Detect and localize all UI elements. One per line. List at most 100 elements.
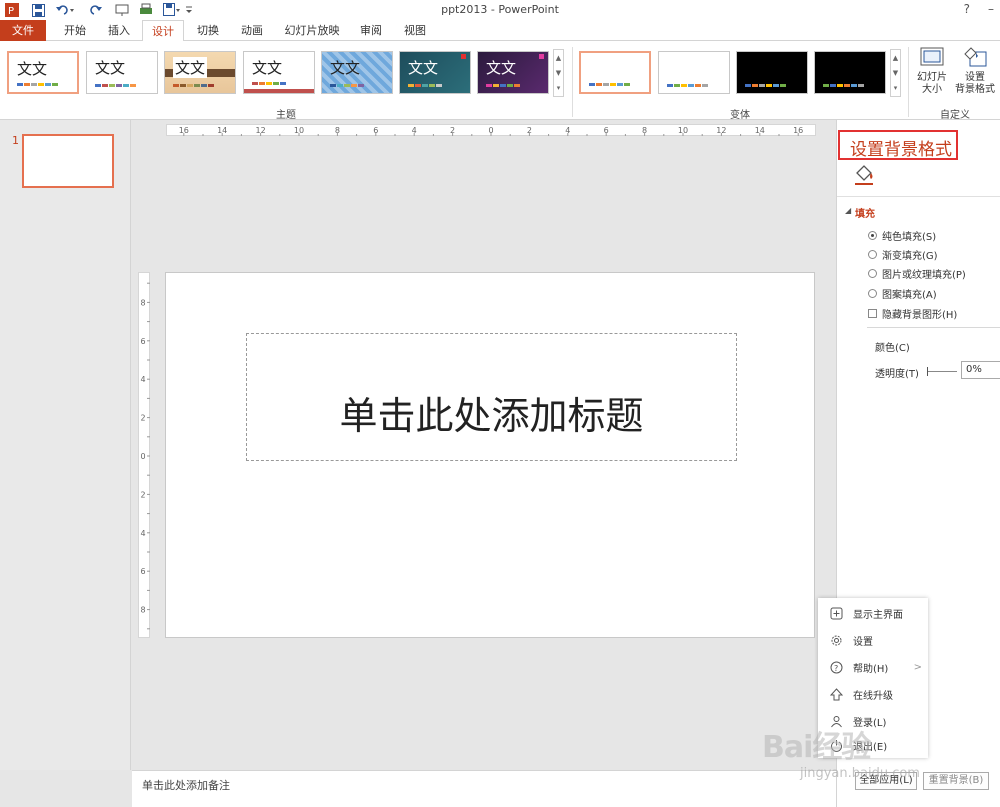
notes-pane[interactable]: 单击此处添加备注 [132,770,836,807]
group-label-customize: 自定义 [940,110,970,121]
format-background-icon [964,47,987,67]
ruler-label: 2 [140,490,145,499]
tab-insert[interactable]: 插入 [100,20,138,41]
fill-section-header[interactable]: 填充 [855,205,875,220]
slide-thumbnail-1[interactable] [22,134,114,188]
theme-office[interactable]: 文文 [7,51,79,94]
slide-thumbnails-pane: 1 [0,120,131,770]
tab-slideshow[interactable]: 幻灯片放映 [278,20,346,41]
ruler-label: 6 [140,567,145,576]
radio-icon[interactable] [868,268,877,278]
ruler-label: 0 [488,126,493,135]
ruler-label: 8 [140,298,145,307]
menu-label: 在线升级 [853,690,893,702]
ruler-label: 14 [755,126,765,135]
variant-4[interactable] [814,51,886,94]
radio-icon[interactable] [868,288,877,298]
tab-review[interactable]: 审阅 [352,20,390,41]
vertical-ruler-ticks: 8 6 4 2 0 2 4 6 8 [140,282,150,630]
slide-size-icon [920,47,944,66]
title-placeholder-text: 单击此处添加标题 [339,393,644,438]
horizontal-ruler-ticks: 16 14 12 10 8 6 4 2 0 2 4 6 8 10 12 14 16 [179,126,803,136]
upload-arrow-icon [830,687,843,701]
variants-gallery-scroll[interactable]: ▲ ▼ ▾ [890,49,901,97]
ruler-label: 8 [642,126,647,135]
help-button[interactable]: ? [964,2,970,16]
tab-view[interactable]: 视图 [396,20,434,41]
tab-transitions[interactable]: 切换 [188,20,228,41]
menu-label: 设置 [853,636,873,648]
theme-5[interactable]: 文文 [321,51,393,94]
variant-3[interactable] [736,51,808,94]
scroll-up-icon[interactable]: ▲ [556,54,561,62]
title-bar: P ppt2013 - PowerPoint ? – [0,0,1000,20]
theme-6[interactable]: 文文 [399,51,471,94]
horizontal-ruler[interactable]: 16 14 12 10 8 6 4 2 0 2 4 6 8 10 12 14 16 [166,124,816,136]
tab-file[interactable]: 文件 [0,20,46,41]
vertical-ruler[interactable]: 8 6 4 2 0 2 4 6 8 [138,272,150,638]
menu-show-main[interactable]: 显示主界面 [818,600,928,626]
fill-bucket-icon[interactable] [853,164,875,189]
reset-background-button[interactable]: 重置背景(B) [923,772,989,790]
gallery-more-icon[interactable]: ▾ [894,84,898,92]
slide-size-button[interactable]: 幻灯片 大小 [912,46,952,96]
title-placeholder[interactable]: 单击此处添加标题 [246,333,737,461]
radio-pattern-fill[interactable]: 图案填充(A) [868,286,937,301]
gallery-more-icon[interactable]: ▾ [557,84,561,92]
themes-gallery-scroll[interactable]: ▲ ▼ ▾ [553,49,564,97]
ruler-label: 2 [450,126,455,135]
pane-divider [867,327,1000,328]
radio-gradient-fill[interactable]: 渐变填充(G) [868,247,938,262]
ruler-label: 16 [179,126,189,135]
radio-solid-fill[interactable]: 纯色填充(S) [868,228,936,243]
pane-title: 设置背景格式 [850,140,952,160]
pane-title-highlight: 设置背景格式 [838,130,958,160]
theme-3[interactable]: 文文 [164,51,236,94]
transparency-slider[interactable] [927,367,957,376]
svg-text:?: ? [834,664,838,673]
radio-label: 图案填充(A) [882,289,937,301]
ruler-label: 0 [140,452,145,461]
theme-4[interactable]: 文文 [243,51,315,94]
scroll-down-icon[interactable]: ▼ [556,69,561,77]
group-label-variants: 变体 [730,110,750,121]
notes-placeholder: 单击此处添加备注 [142,779,230,792]
menu-online-upgrade[interactable]: 在线升级 [818,681,928,707]
ruler-label: 8 [140,606,145,615]
radio-icon[interactable] [868,230,877,240]
gear-icon [830,634,843,647]
tab-design[interactable]: 设计 [142,20,184,42]
hide-bg-graphics-checkbox[interactable]: 隐藏背景图形(H) [868,306,957,321]
ribbon-separator [908,47,909,117]
tab-home[interactable]: 开始 [55,20,95,41]
theme-7[interactable]: 文文 [477,51,549,94]
menu-settings[interactable]: 设置 [818,627,928,653]
ruler-label: 10 [678,126,688,135]
checkbox-icon[interactable] [868,308,877,318]
minimize-button[interactable]: – [988,2,994,16]
ruler-label: 12 [256,126,266,135]
color-label: 颜色(C) [875,343,910,354]
ruler-label: 10 [294,126,304,135]
slide-canvas[interactable]: 单击此处添加标题 [165,272,815,638]
ribbon-design: 文文 文文 文文 文文 文文 文文 文文 ▲ ▼ ▾ 主题 ▲ ▼ ▾ 变体 幻… [0,41,1000,121]
slide-editor: 16 14 12 10 8 6 4 2 0 2 4 6 8 10 12 14 16 8 6 4 2 0 2 4 6 8 单击此处… [132,120,836,770]
variant-1[interactable] [579,51,651,94]
variant-2[interactable] [658,51,730,94]
ruler-label: 4 [412,126,417,135]
transparency-input[interactable]: 0% [961,361,1000,379]
radio-icon[interactable] [868,249,877,259]
collapse-triangle-icon[interactable]: ◢ [845,206,851,215]
ruler-label: 16 [793,126,803,135]
theme-2[interactable]: 文文 [86,51,158,94]
scroll-down-icon[interactable]: ▼ [893,69,898,77]
tab-animations[interactable]: 动画 [232,20,272,41]
baidu-watermark-url: jingyan.baidu.com [800,766,920,781]
pane-divider [837,196,1000,197]
scroll-up-icon[interactable]: ▲ [893,54,898,62]
format-background-button[interactable]: 设置 背景格式 [952,46,998,96]
radio-picture-fill[interactable]: 图片或纹理填充(P) [868,266,966,281]
menu-help[interactable]: ? 帮助(H) > [818,654,928,680]
baidu-watermark-logo: Bai经验 [762,730,871,765]
ruler-label: 2 [527,126,532,135]
